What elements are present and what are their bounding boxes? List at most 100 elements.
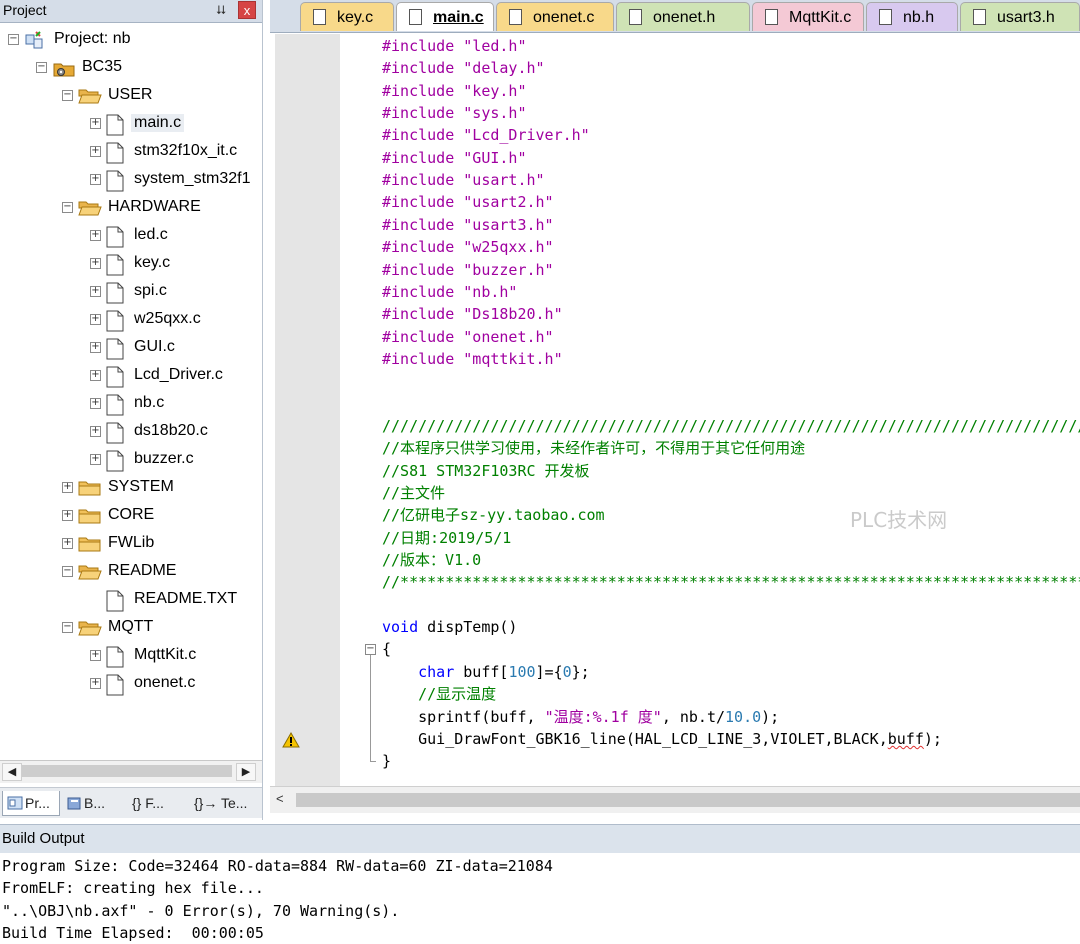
expand-icon[interactable]: + [90, 426, 101, 437]
expand-icon[interactable]: + [62, 482, 73, 493]
code-line: //显示温度 [382, 683, 496, 705]
tab-key-c[interactable]: key.c [300, 2, 394, 31]
code-token: #include [382, 126, 464, 144]
tree-node[interactable]: + GUI.c [0, 336, 260, 360]
code-token: "w25qxx.h" [463, 238, 554, 256]
tree-node[interactable]: − MQTT [0, 616, 260, 640]
tree-node-label: Project: nb [54, 30, 131, 47]
expand-icon[interactable]: + [90, 174, 101, 185]
expand-icon[interactable]: + [90, 678, 101, 689]
tab-usart3-h[interactable]: usart3.h [960, 2, 1080, 31]
tab-mqttkit-c[interactable]: MqttKit.c [752, 2, 864, 31]
tree-node[interactable]: + Lcd_Driver.c [0, 364, 260, 388]
tree-node[interactable]: + SYSTEM [0, 476, 260, 500]
warning-icon [282, 731, 300, 753]
code-line: #include "Lcd_Driver.h" [382, 124, 590, 146]
tree-node[interactable]: + system_stm32f1 [0, 168, 260, 192]
tree-node[interactable]: + FWLib [0, 532, 260, 556]
expand-icon[interactable]: + [90, 454, 101, 465]
editor-horizontal-scrollbar[interactable]: < [270, 786, 1080, 813]
expand-icon[interactable]: + [90, 342, 101, 353]
expand-icon[interactable]: + [62, 510, 73, 521]
tree-node[interactable]: + main.c [0, 112, 260, 136]
code-token: "sys.h" [463, 104, 527, 122]
panel-tab[interactable]: Pr... [2, 791, 60, 816]
code-area[interactable]: PLC技术网 #include "led.h" #include "delay.h… [380, 34, 1080, 786]
expand-icon[interactable]: + [90, 398, 101, 409]
collapse-icon[interactable]: − [36, 62, 47, 73]
tab-main-c[interactable]: main.c [396, 2, 494, 31]
tab-label: key.c [337, 9, 374, 26]
tree-node[interactable]: + w25qxx.c [0, 308, 260, 332]
watermark: PLC技术网 [850, 508, 948, 532]
target-icon [52, 58, 78, 83]
tree-node[interactable]: − README [0, 560, 260, 584]
expand-icon[interactable]: + [62, 538, 73, 549]
panel-tab[interactable]: {}→ Te... [188, 791, 254, 815]
code-line: //日期:2019/5/1 [382, 527, 511, 549]
tab-onenet-h[interactable]: onenet.h [616, 2, 750, 31]
scroll-left-arrow-icon[interactable]: ◀ [2, 763, 22, 781]
collapse-icon[interactable]: − [62, 622, 73, 633]
expand-icon[interactable]: + [90, 230, 101, 241]
panel-tab[interactable]: B... [62, 791, 122, 815]
tree-node-label: FWLib [108, 534, 155, 551]
tree-node[interactable]: + nb.c [0, 392, 260, 416]
tree-node[interactable]: + key.c [0, 252, 260, 276]
file-icon [879, 9, 892, 25]
tree-node[interactable]: + onenet.c [0, 672, 260, 696]
expand-icon[interactable]: + [90, 370, 101, 381]
scrollbar-thumb[interactable] [22, 765, 232, 777]
tab-label: onenet.h [653, 9, 716, 26]
collapse-icon[interactable]: − [62, 90, 73, 101]
tree-node[interactable]: README.TXT [0, 588, 260, 612]
tab-onenet-c[interactable]: onenet.c [496, 2, 614, 31]
code-token: //日期:2019/5/1 [382, 529, 512, 547]
expand-icon[interactable]: + [90, 314, 101, 325]
close-icon[interactable]: x [238, 1, 256, 19]
scrollbar-thumb[interactable] [296, 793, 1080, 807]
expand-icon[interactable]: + [90, 146, 101, 157]
fold-collapse-icon[interactable]: − [365, 644, 376, 655]
panel-tab[interactable]: {} F... [126, 791, 184, 815]
project-horizontal-scrollbar[interactable]: ◀ ▶ [0, 760, 262, 783]
code-line: #include "GUI.h" [382, 147, 527, 169]
code-token: //显示温度 [418, 685, 497, 703]
file-icon [106, 142, 124, 169]
tree-node[interactable]: + ds18b20.c [0, 420, 260, 444]
tree-node[interactable]: + led.c [0, 224, 260, 248]
expand-icon[interactable]: + [90, 258, 101, 269]
tab-label: usart3.h [997, 9, 1055, 26]
scroll-left-arrow-icon[interactable]: < [276, 791, 284, 806]
code-line: #include "sys.h" [382, 102, 527, 124]
tree-node[interactable]: − USER [0, 84, 260, 108]
pin-icon[interactable]: ⮇ [216, 3, 226, 18]
file-icon [106, 254, 124, 281]
expand-icon[interactable]: + [90, 118, 101, 129]
tree-node-label: spi.c [134, 282, 167, 299]
collapse-icon[interactable]: − [62, 566, 73, 577]
tree-node[interactable]: + spi.c [0, 280, 260, 304]
code-editor: key.c main.c onenet.c onenet.h MqttKit.c nb.h… [270, 0, 1080, 820]
tree-node[interactable]: + MqttKit.c [0, 644, 260, 668]
code-token: ]={ [535, 663, 563, 681]
tree-node[interactable]: + stm32f10x_it.c [0, 140, 260, 164]
editor-gutter[interactable] [275, 34, 340, 786]
tree-node-label: system_stm32f1 [134, 170, 251, 187]
tree-node[interactable]: − BC35 [0, 56, 260, 80]
tree-node[interactable]: − HARDWARE [0, 196, 260, 220]
editor-tab-bar: key.c main.c onenet.c onenet.h MqttKit.c nb.h… [270, 0, 1080, 33]
tree-node[interactable]: + CORE [0, 504, 260, 528]
code-token: ); [923, 730, 942, 748]
build-output-pane[interactable]: Program Size: Code=32464 RO-data=884 RW-… [0, 853, 1080, 943]
tree-node-label: README.TXT [134, 590, 238, 607]
tree-node[interactable]: + buzzer.c [0, 448, 260, 472]
code-line: //本程序只供学习使用，未经作者许可，不得用于其它任何用途 [382, 437, 805, 459]
scroll-right-arrow-icon[interactable]: ▶ [236, 763, 256, 781]
collapse-icon[interactable]: − [62, 202, 73, 213]
tree-node[interactable]: − Project: nb [0, 28, 260, 52]
collapse-icon[interactable]: − [8, 34, 19, 45]
tab-nb-h[interactable]: nb.h [866, 2, 958, 31]
expand-icon[interactable]: + [90, 286, 101, 297]
expand-icon[interactable]: + [90, 650, 101, 661]
